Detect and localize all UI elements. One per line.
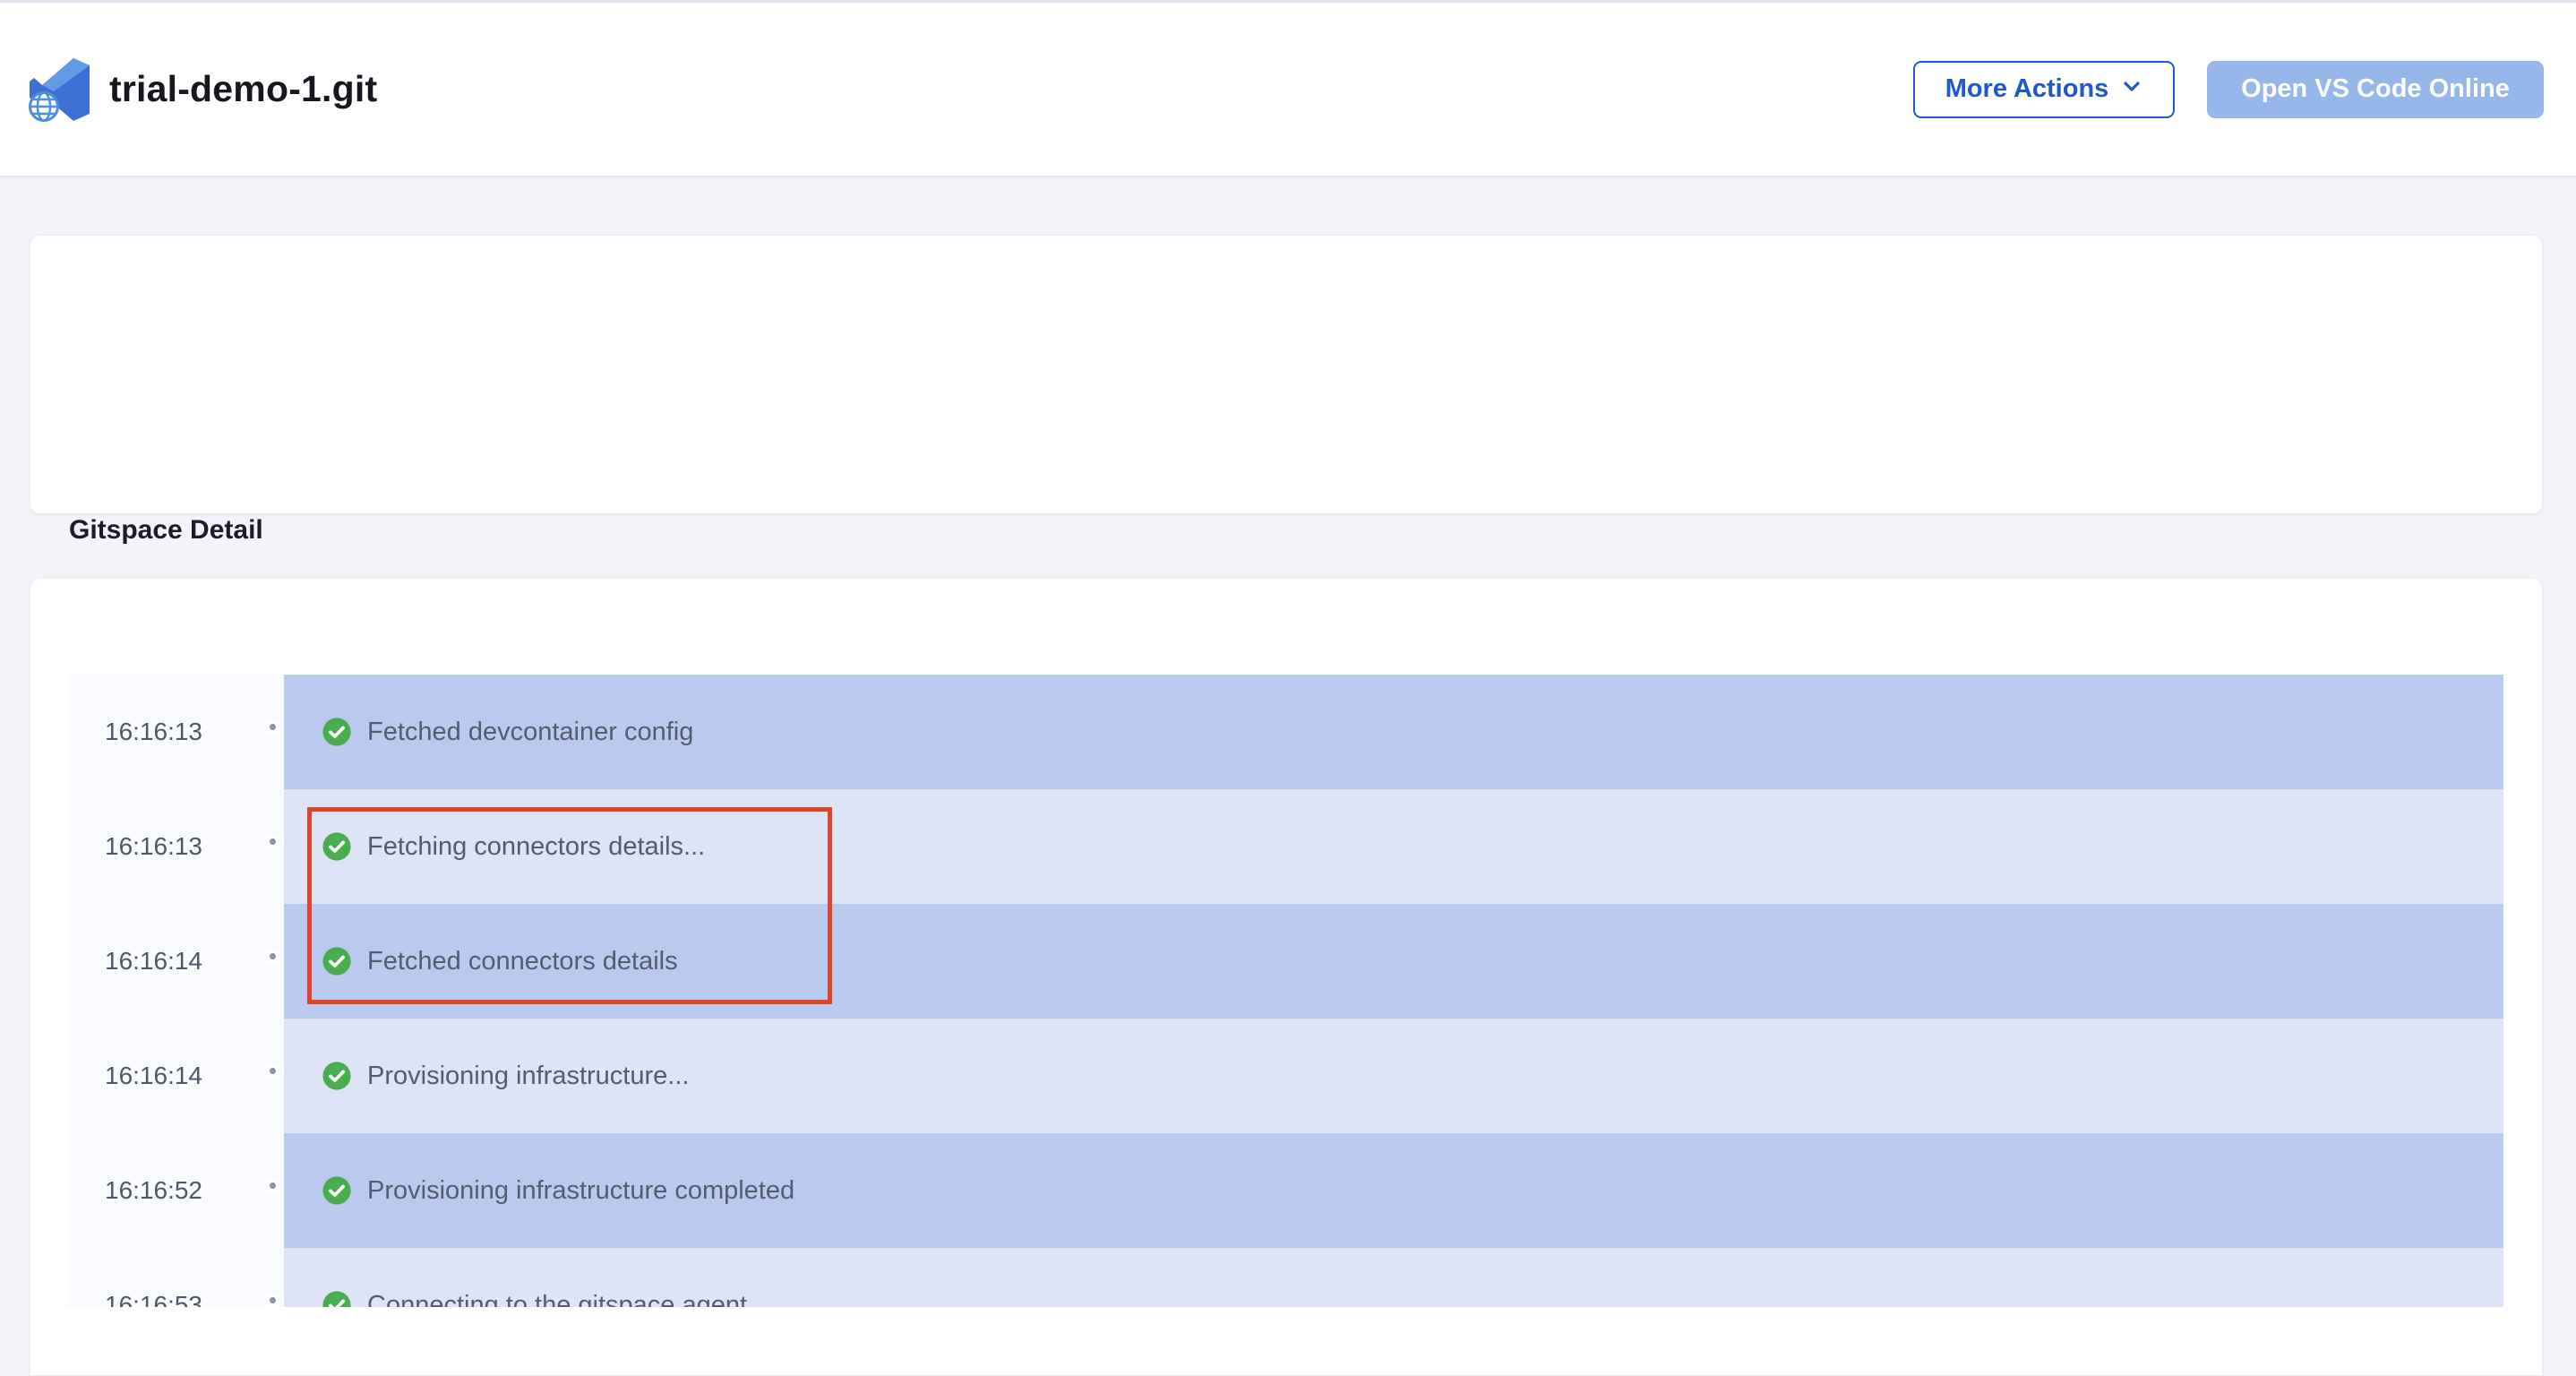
timeline-dot-icon — [265, 834, 280, 849]
more-actions-button[interactable]: More Actions — [1913, 61, 2175, 118]
check-circle-icon — [322, 1290, 352, 1307]
log-time: 16:16:13 — [67, 789, 284, 904]
timeline-dot-icon — [265, 719, 280, 735]
more-actions-label: More Actions — [1945, 74, 2109, 104]
timeline-dot-icon — [265, 1293, 280, 1307]
log-row: 16:16:14 Provisioning infrastructure... — [67, 1019, 2503, 1133]
chevron-down-icon — [2121, 74, 2142, 104]
timeline-dot-icon — [265, 949, 280, 964]
log-row: 16:16:13 Fetched devcontainer config — [67, 675, 2503, 789]
log-message: Fetched devcontainer config — [367, 718, 693, 747]
activity-log-area: 16:16:13 Fetched devcontainer config 16:… — [67, 675, 2503, 1307]
log-message: Connecting to the gitspace agent — [367, 1291, 747, 1308]
log-row: 16:16:14 Fetched connectors details — [67, 904, 2503, 1019]
check-circle-icon — [322, 1175, 352, 1206]
timeline-dot-icon — [265, 1178, 280, 1193]
app-header: trial-demo-1.git More Actions Open VS Co… — [0, 0, 2576, 177]
log-message: Fetching connectors details... — [367, 832, 705, 862]
detail-card-title: Gitspace Detail — [69, 515, 263, 546]
log-message: Fetched connectors details — [367, 947, 678, 976]
log-row: 16:16:52 Provisioning infrastructure com… — [67, 1133, 2503, 1248]
log-message: Provisioning infrastructure completed — [367, 1176, 794, 1206]
log-row: 16:16:13 Fetching connectors details... — [67, 789, 2503, 904]
gitspace-activity-card: Gitspace Activity Connecting to the gits… — [30, 578, 2543, 1376]
log-time: 16:16:53 — [67, 1248, 284, 1307]
timeline-dot-icon — [265, 1063, 280, 1079]
page-title: trial-demo-1.git — [109, 68, 377, 110]
check-circle-icon — [322, 831, 352, 862]
log-message: Provisioning infrastructure... — [367, 1062, 689, 1091]
log-time: 16:16:13 — [67, 675, 284, 789]
check-circle-icon — [322, 717, 352, 747]
log-time: 16:16:14 — [67, 1019, 284, 1133]
log-time: 16:16:52 — [67, 1133, 284, 1248]
check-circle-icon — [322, 946, 352, 976]
log-row: 16:16:53 Connecting to the gitspace agen… — [67, 1248, 2503, 1307]
gitspace-detail-card: Gitspace Detail Status Starting Reposito… — [30, 235, 2543, 514]
check-circle-icon — [322, 1061, 352, 1091]
log-time: 16:16:14 — [67, 904, 284, 1019]
open-vscode-online-button[interactable]: Open VS Code Online — [2207, 61, 2544, 118]
vscode-gitspace-logo-icon — [27, 56, 95, 124]
